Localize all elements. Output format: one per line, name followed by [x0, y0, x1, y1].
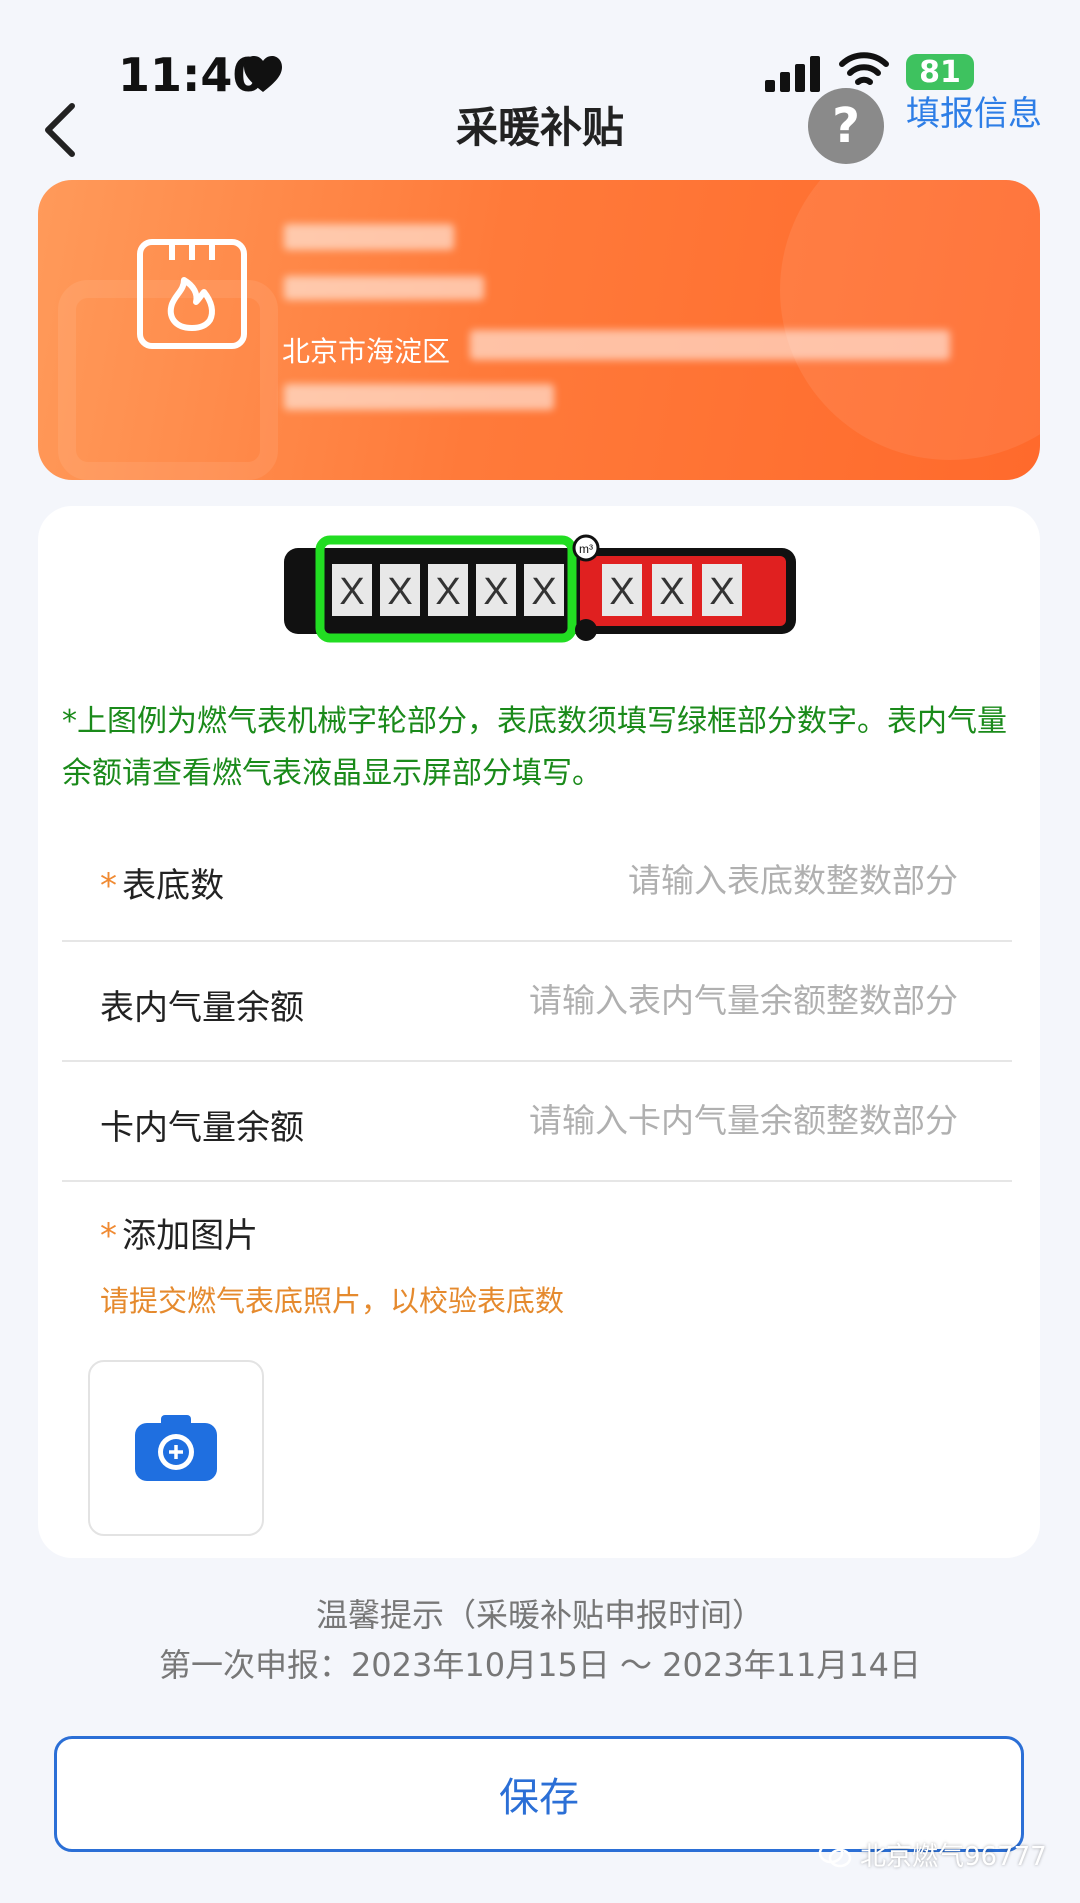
redacted-detail	[284, 384, 554, 410]
integer-digit: X	[387, 571, 412, 613]
required-mark: *	[100, 1216, 117, 1256]
required-mark: *	[100, 866, 117, 906]
integer-digit: X	[483, 571, 508, 613]
meter-balance-input[interactable]	[400, 972, 958, 1028]
meter-reading-label-group: * 表底数	[100, 858, 224, 907]
heating-icon	[137, 239, 247, 349]
meter-reading-label: 表底数	[122, 866, 225, 906]
address-text: 北京市海淀区	[282, 330, 450, 370]
address-prefix: 北京市海淀区	[282, 335, 451, 368]
meter-balance-label: 表内气量余额	[100, 988, 304, 1028]
heart-icon	[244, 56, 282, 92]
wifi-icon	[839, 52, 889, 85]
integer-digit: X	[435, 571, 460, 613]
meter-reading-input[interactable]	[400, 852, 958, 908]
divider	[62, 1060, 1012, 1062]
integer-digit-wheels: X X X X X	[332, 564, 564, 616]
tip-title: 温馨提示（采暖补贴申报时间）	[315, 1596, 764, 1634]
battery-level: 81	[919, 54, 961, 90]
decimal-digit: X	[609, 571, 634, 613]
integer-digit: X	[339, 571, 364, 613]
tip-period: 第一次申报：2023年10月15日 ～ 2023年11月14日	[158, 1646, 922, 1684]
wechat-icon	[818, 1842, 852, 1867]
watermark-text: 北京燃气96777	[860, 1842, 1047, 1872]
photo-upload-button[interactable]	[88, 1360, 264, 1536]
card-balance-input[interactable]	[400, 1092, 958, 1148]
integer-digit: X	[531, 571, 556, 613]
add-photo-label-group: * 添加图片	[100, 1208, 258, 1257]
decimal-digit-wheels: X X X	[602, 564, 742, 616]
help-button[interactable]: ?	[808, 88, 884, 164]
camera-icon	[135, 1415, 217, 1481]
redacted-name	[284, 224, 454, 250]
meter-reading-notice: *上图例为燃气表机械字轮部分，表底数须填写绿框部分数字。表内气量余额请查看燃气表…	[62, 704, 1007, 791]
decimal-digit: X	[709, 571, 734, 613]
signal-icon	[765, 56, 820, 92]
add-photo-label: 添加图片	[122, 1216, 259, 1256]
watermark: 北京燃气96777	[818, 1836, 1047, 1873]
meter-unit: m³	[579, 542, 593, 556]
account-card: 北京市海淀区	[38, 180, 1040, 480]
fill-info-link[interactable]: 填报信息	[906, 86, 1042, 135]
card-balance-label: 卡内气量余额	[100, 1108, 304, 1148]
card-decoration	[780, 180, 1040, 460]
redacted-account	[284, 276, 484, 300]
save-button[interactable]: 保存	[54, 1736, 1024, 1852]
meter-example-image: X X X X X X X X m³	[284, 534, 796, 643]
photo-hint: 请提交燃气表底照片，以校验表底数	[100, 1284, 565, 1318]
redacted-address	[470, 330, 950, 360]
decimal-digit: X	[659, 571, 684, 613]
divider	[62, 940, 1012, 942]
battery-indicator: 81	[906, 54, 974, 90]
divider	[62, 1180, 1012, 1182]
